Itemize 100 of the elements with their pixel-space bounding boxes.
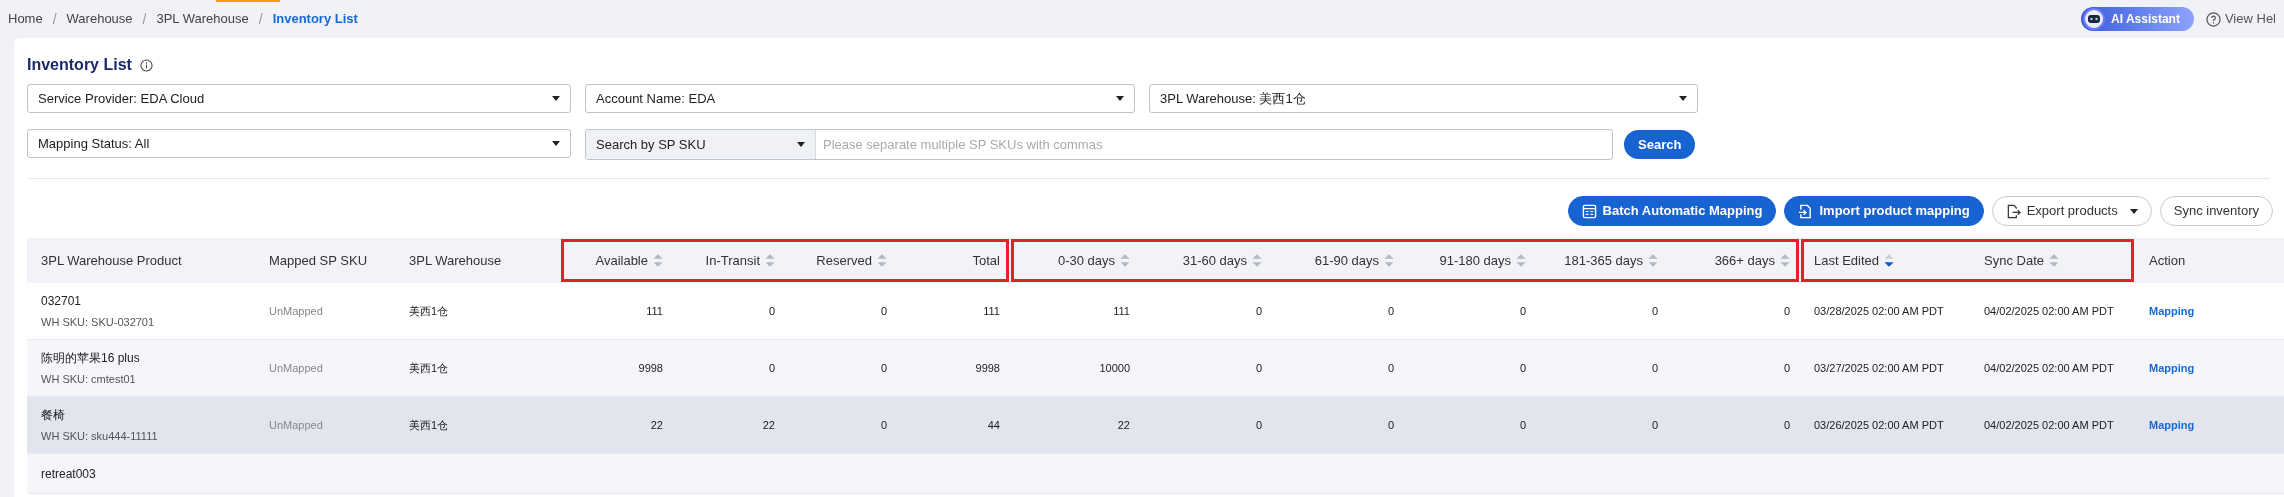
table-cell-text: 0 xyxy=(1783,417,1790,433)
toolbar-button[interactable]: Export products xyxy=(1991,196,2152,226)
column-header: 3PL Warehouse xyxy=(408,251,503,270)
table-cell-text: 0 xyxy=(1255,360,1262,376)
dropdown[interactable]: 3PL Warehouse: 美西1仓 xyxy=(1149,84,1698,113)
table-cell-text: 9998 xyxy=(975,360,1000,376)
caret-icon xyxy=(1679,96,1687,101)
table-cell-text: 0 xyxy=(880,360,887,376)
mapping-link[interactable]: Mapping xyxy=(2149,416,2195,434)
table-cell-text: 03/27/2025 02:00 AM PDT xyxy=(1814,360,1944,376)
caret-icon xyxy=(552,96,560,101)
toolbar-button[interactable]: Import product mapping xyxy=(1784,196,1984,226)
table-cell-text: 04/02/2025 02:00 AM PDT xyxy=(1984,303,2114,319)
import-icon xyxy=(1798,203,1814,219)
column-header: Action xyxy=(2148,251,2187,270)
warehouse-sku: WH SKU: cmtest01 xyxy=(41,371,137,387)
table-cell-text: 美西1仓 xyxy=(409,417,449,433)
export-icon xyxy=(2005,203,2021,219)
table-cell-text: 美西1仓 xyxy=(409,360,449,376)
table-cell-text: 22 xyxy=(762,417,775,433)
column-header[interactable]: 0-30 days xyxy=(1010,238,1140,283)
dropdown[interactable]: Mapping Status: All xyxy=(27,129,571,158)
table-cell-text: UnMapped xyxy=(269,303,323,319)
breadcrumb-link[interactable]: Home xyxy=(8,9,43,29)
column-header[interactable]: 366+ days xyxy=(1668,238,1800,283)
table-cell-text: 美西1仓 xyxy=(409,303,449,319)
table-cell-text: 0 xyxy=(1651,417,1658,433)
table-cell-text: 0 xyxy=(1519,303,1526,319)
table-cell-text: 04/02/2025 02:00 AM PDT xyxy=(1984,360,2114,376)
table-cell-text: 0 xyxy=(1519,417,1526,433)
caret-icon xyxy=(797,142,805,147)
tab-indicator xyxy=(216,0,280,2)
help-icon xyxy=(2205,11,2221,27)
breadcrumb-link[interactable]: Warehouse xyxy=(66,9,133,29)
table-cell-text: 9998 xyxy=(638,360,663,376)
robot-icon xyxy=(2083,8,2106,30)
table-cell-text: 22 xyxy=(1117,417,1130,433)
table-cell-text: 0 xyxy=(880,303,887,319)
document-icon xyxy=(1581,203,1597,219)
column-header: 3PL Warehouse Product xyxy=(40,251,183,270)
table-cell-text: 0 xyxy=(1651,360,1658,376)
table-cell-text: 0 xyxy=(1387,303,1394,319)
mapping-link[interactable]: Mapping xyxy=(2149,302,2195,320)
column-header[interactable]: Available xyxy=(560,238,673,283)
table-cell-text: 10000 xyxy=(1099,360,1130,376)
table-cell-text: 22 xyxy=(650,417,663,433)
product-name: 陈明的苹果16 plus xyxy=(41,349,141,367)
dropdown[interactable]: Service Provider: EDA Cloud xyxy=(27,84,571,113)
breadcrumb-separator: / xyxy=(258,9,263,29)
toolbar-button[interactable]: Sync inventory xyxy=(2159,196,2273,226)
page-title: Inventory List xyxy=(27,55,132,75)
table-cell-text: UnMapped xyxy=(269,360,323,376)
table-cell-text: 04/02/2025 02:00 AM PDT xyxy=(1984,417,2114,433)
table-cell-text: 111 xyxy=(646,303,663,319)
table-cell-text: 03/28/2025 02:00 AM PDT xyxy=(1814,303,1944,319)
column-header[interactable]: Last Edited xyxy=(1800,238,1970,283)
dropdown[interactable]: Account Name: EDA xyxy=(585,84,1135,113)
column-header[interactable]: 31-60 days xyxy=(1140,238,1272,283)
column-header[interactable]: 61-90 days xyxy=(1272,238,1404,283)
column-header[interactable]: 181-365 days xyxy=(1536,238,1668,283)
table-cell-text: 03/26/2025 02:00 AM PDT xyxy=(1814,417,1944,433)
table-cell-text: UnMapped xyxy=(269,417,323,433)
breadcrumb-link[interactable]: 3PL Warehouse xyxy=(156,9,249,29)
table-cell-text: 0 xyxy=(1255,417,1262,433)
mapping-link[interactable]: Mapping xyxy=(2149,359,2195,377)
breadcrumb-separator: / xyxy=(52,9,57,29)
product-name: retreat003 xyxy=(41,465,97,483)
table-cell-text: 0 xyxy=(1651,303,1658,319)
table-cell-text: 0 xyxy=(1783,360,1790,376)
column-header[interactable]: 91-180 days xyxy=(1404,238,1536,283)
table-cell-text: 0 xyxy=(768,303,775,319)
product-name: 餐椅 xyxy=(41,406,66,424)
warehouse-sku: WH SKU: sku444-11111 xyxy=(41,428,159,444)
search-button[interactable]: Search xyxy=(1624,130,1696,159)
warehouse-sku: WH SKU: SKU-032701 xyxy=(41,314,156,330)
table-cell-text: 0 xyxy=(1519,360,1526,376)
breadcrumb-separator: / xyxy=(142,9,147,29)
caret-icon xyxy=(552,141,560,146)
help-link[interactable]: View Hel xyxy=(2205,9,2276,29)
column-header: Total xyxy=(971,251,1001,270)
table-cell-text: 0 xyxy=(1387,417,1394,433)
table-cell-text: 0 xyxy=(1255,303,1262,319)
table-cell-text: 0 xyxy=(1783,303,1790,319)
table-cell-text: 44 xyxy=(987,417,1000,433)
column-header[interactable]: In-Transit xyxy=(673,238,785,283)
breadcrumb-link[interactable]: Inventory List xyxy=(272,9,358,29)
column-header[interactable]: Reserved xyxy=(785,238,897,283)
search-box[interactable]: Search by SP SKU Please separate multiple SP SKUs with commas xyxy=(585,129,1613,160)
table-cell-text: 0 xyxy=(1387,360,1394,376)
column-header: Mapped SP SKU xyxy=(268,251,369,270)
caret-icon xyxy=(1116,96,1124,101)
table-cell-text: 0 xyxy=(880,417,887,433)
table-cell-text: 111 xyxy=(1113,303,1130,319)
column-header[interactable]: Sync Date xyxy=(1970,238,2135,283)
info-icon xyxy=(139,58,153,72)
product-name: 032701 xyxy=(41,292,83,310)
table-cell-text: 111 xyxy=(983,303,1000,319)
ai-assistant-button[interactable]: AI Assistant xyxy=(2081,7,2194,31)
search-type-dropdown[interactable]: Search by SP SKU xyxy=(586,130,816,159)
toolbar-button[interactable]: Batch Automatic Mapping xyxy=(1567,196,1777,226)
